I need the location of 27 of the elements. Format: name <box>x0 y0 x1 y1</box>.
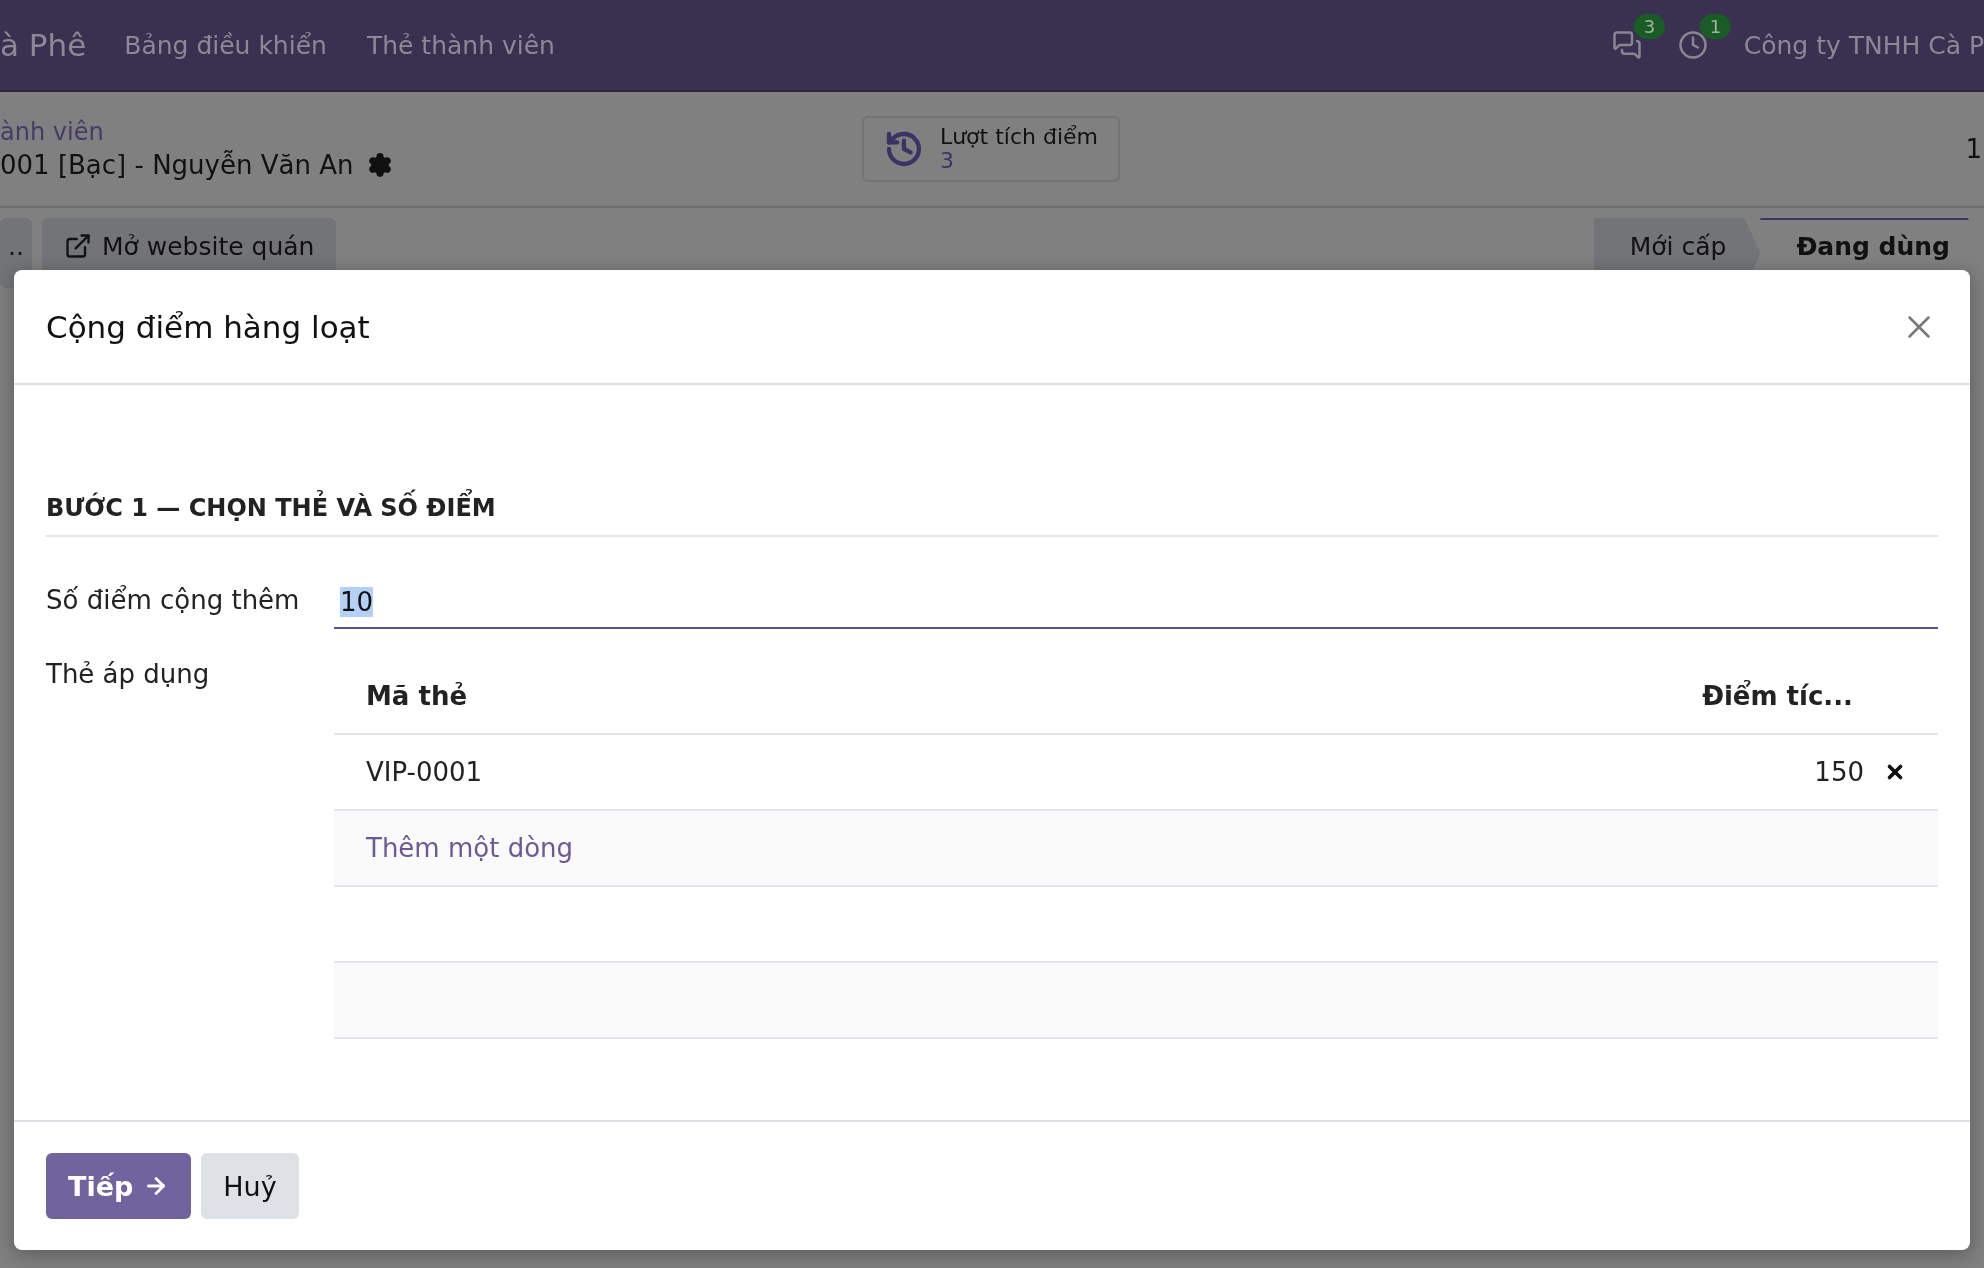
field-label: Thẻ áp dụng <box>46 658 211 690</box>
column-header[interactable]: Mã thẻ <box>366 681 468 712</box>
record-title: 001 [Bạc] - Nguyễn Văn An <box>0 150 354 180</box>
add-line-link[interactable]: Thêm một dòng <box>366 833 574 864</box>
next-button[interactable]: Tiếp <box>46 1153 192 1219</box>
table-cell: 150 <box>1814 757 1864 788</box>
cancel-button[interactable]: Huỷ <box>201 1153 299 1219</box>
settings-icon[interactable] <box>367 152 394 178</box>
menu-item[interactable]: Thẻ thành viên <box>366 30 555 60</box>
table-cell: VIP-0001 <box>366 757 483 788</box>
company-name[interactable]: Công ty TNHH Cà P <box>1743 30 1984 60</box>
dialog-title: Cộng điểm hàng loạt <box>46 308 370 345</box>
history-icon <box>884 129 924 169</box>
pager-value: 1 <box>1965 134 1982 164</box>
column-header[interactable]: Điểm tíc... <box>1702 681 1853 712</box>
clock-icon[interactable] <box>1677 30 1708 60</box>
points-input[interactable]: 10 <box>334 577 1938 630</box>
menu-item[interactable]: Bảng điều khiển <box>124 30 327 60</box>
app-name[interactable]: à Phê <box>0 27 87 63</box>
stat-button[interactable]: Lượt tích điểm 3 <box>862 116 1120 182</box>
section-heading: BƯỚC 1 — CHỌN THẺ VÀ SỐ ĐIỂM <box>46 483 1938 538</box>
external-link-icon <box>63 232 92 260</box>
activity-count: 1 <box>1699 14 1732 39</box>
chat-icon[interactable] <box>1611 30 1642 60</box>
message-count: 3 <box>1633 14 1666 39</box>
field-label: Số điểm cộng thêm <box>46 584 301 616</box>
breadcrumb-link[interactable]: ành viên <box>0 118 862 146</box>
